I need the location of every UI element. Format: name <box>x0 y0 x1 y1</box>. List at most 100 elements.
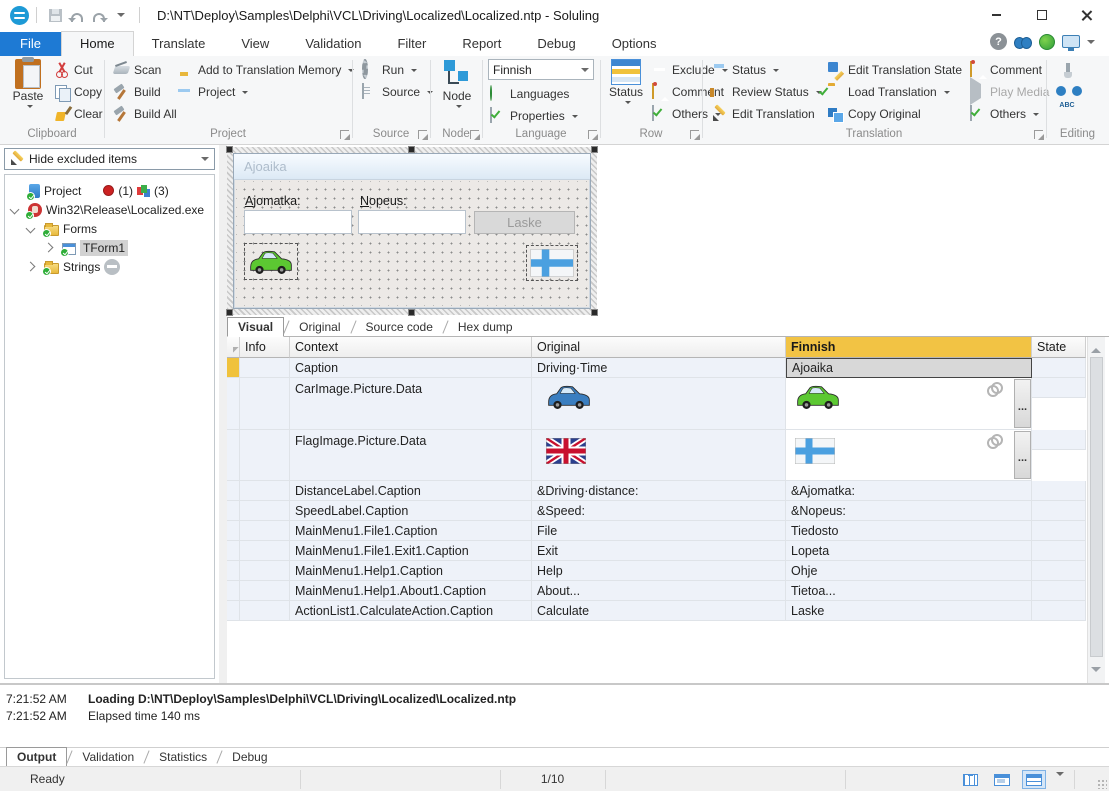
preview-speed-input[interactable] <box>358 210 466 234</box>
app-logo-icon[interactable] <box>10 5 29 25</box>
cell-translation[interactable]: Tiedosto <box>786 521 1032 541</box>
preview-car-image[interactable] <box>244 243 298 280</box>
cell-context[interactable]: MainMenu1.Help1.Caption <box>290 561 532 581</box>
tab-source-code[interactable]: Source code <box>356 318 443 336</box>
build-all-button[interactable]: Build All <box>112 103 179 124</box>
resize-handle[interactable] <box>591 146 598 153</box>
clear-button[interactable]: Clear <box>52 103 105 124</box>
cell-info[interactable] <box>240 358 290 378</box>
cell-translation[interactable]: &Nopeus: <box>786 501 1032 521</box>
row-dialog-launcher[interactable] <box>690 130 700 140</box>
play-media-button[interactable]: Play Media <box>968 76 1051 105</box>
ellipsis-button[interactable]: ... <box>1014 379 1031 428</box>
help-icon[interactable]: ? <box>990 33 1007 50</box>
col-original[interactable]: Original <box>532 337 786 358</box>
cell-state[interactable] <box>1032 358 1086 378</box>
resize-handle[interactable] <box>408 146 415 153</box>
cell-context[interactable]: DistanceLabel.Caption <box>290 481 532 501</box>
cell-translation-selected[interactable]: Ajoaika <box>786 358 1032 378</box>
filter-combobox[interactable]: Hide excluded items <box>4 148 215 170</box>
tab-validation[interactable]: Validation <box>287 32 379 56</box>
chevron-right-icon[interactable] <box>25 261 36 272</box>
quick-access-dropdown[interactable] <box>110 4 132 26</box>
tab-original[interactable]: Original <box>289 318 350 336</box>
row-indicator[interactable] <box>227 521 240 541</box>
cell-original[interactable]: File <box>532 521 786 541</box>
cell-context[interactable]: CarImage.Picture.Data <box>290 378 532 430</box>
row-status-button[interactable]: Status <box>606 59 646 105</box>
cell-translation-image[interactable]: ... <box>786 378 1032 430</box>
translation-others-button[interactable]: Others <box>968 103 1041 124</box>
cell-context[interactable]: ActionList1.CalculateAction.Caption <box>290 601 532 621</box>
cell-original[interactable]: About... <box>532 581 786 601</box>
grid-scrollbar[interactable] <box>1087 337 1105 683</box>
cell-info[interactable] <box>240 581 290 601</box>
cell-info[interactable] <box>240 481 290 501</box>
cell-original[interactable]: Calculate <box>532 601 786 621</box>
cell-context[interactable]: SpeedLabel.Caption <box>290 501 532 521</box>
cell-state[interactable] <box>1032 481 1086 501</box>
tree-item-tform1[interactable]: TForm1 <box>5 238 214 257</box>
cell-original[interactable]: &Speed: <box>532 501 786 521</box>
cell-context[interactable]: MainMenu1.Help1.About1.Caption <box>290 581 532 601</box>
row-indicator[interactable] <box>227 481 240 501</box>
cell-state[interactable] <box>1032 541 1086 561</box>
cell-original-image[interactable] <box>532 430 786 481</box>
scroll-down-icon[interactable] <box>1091 667 1101 677</box>
chevron-right-icon[interactable] <box>43 242 54 253</box>
col-finnish[interactable]: Finnish <box>786 337 1032 358</box>
view-grid-button[interactable] <box>958 770 982 789</box>
scroll-up-icon[interactable] <box>1091 343 1101 353</box>
cut-button[interactable]: Cut <box>52 59 95 80</box>
cell-translation[interactable]: &Ajomatka: <box>786 481 1032 501</box>
cell-info[interactable] <box>240 378 290 430</box>
editing-brush-button[interactable] <box>1060 60 1080 81</box>
language-dialog-launcher[interactable] <box>588 130 598 140</box>
tab-validation-panel[interactable]: Validation <box>72 748 144 766</box>
redo-button[interactable] <box>88 4 110 26</box>
cell-translation[interactable]: Lopeta <box>786 541 1032 561</box>
find-translation-button[interactable]: ABC <box>1056 86 1082 109</box>
cell-state[interactable] <box>1032 521 1086 541</box>
tab-options[interactable]: Options <box>594 32 675 56</box>
resize-handle[interactable] <box>591 309 598 316</box>
languages-button[interactable]: Languages <box>488 83 571 104</box>
resize-handle[interactable] <box>408 309 415 316</box>
review-status-button[interactable]: Review Status <box>710 81 824 102</box>
add-to-translation-memory-button[interactable]: Add to Translation Memory <box>176 59 356 80</box>
properties-button[interactable]: Properties <box>488 105 580 126</box>
cell-state[interactable] <box>1032 601 1086 621</box>
copy-button[interactable]: Copy <box>52 81 104 102</box>
cell-translation[interactable]: Tietoa... <box>786 581 1032 601</box>
tab-debug-panel[interactable]: Debug <box>222 748 277 766</box>
ellipsis-button[interactable]: ... <box>1014 431 1031 479</box>
col-context[interactable]: Context <box>290 337 532 358</box>
tab-visual[interactable]: Visual <box>227 317 285 337</box>
form-preview-selection[interactable]: Ajoaika Ajomatka: Nopeus: Laske <box>226 146 598 316</box>
preview-flag-image[interactable] <box>526 245 578 281</box>
row-indicator[interactable] <box>227 378 240 430</box>
tab-filter[interactable]: Filter <box>379 32 444 56</box>
col-info[interactable]: Info <box>240 337 290 358</box>
scrollbar-thumb[interactable] <box>1090 357 1103 657</box>
target-language-combobox[interactable]: Finnish <box>488 59 594 80</box>
sidebar-splitter[interactable] <box>219 145 227 683</box>
project-menu-button[interactable]: Project <box>176 81 250 102</box>
chevron-down-icon[interactable] <box>25 223 36 234</box>
language-globe-icon[interactable] <box>1039 33 1055 50</box>
col-state[interactable]: State <box>1032 337 1086 358</box>
cell-info[interactable] <box>240 501 290 521</box>
view-form-button[interactable] <box>990 770 1014 789</box>
chevron-down-icon[interactable] <box>9 204 20 215</box>
tree-item-strings[interactable]: Strings <box>5 257 214 276</box>
edit-translation-button[interactable]: Edit Translation <box>710 103 817 124</box>
tab-hex-dump[interactable]: Hex dump <box>448 318 523 336</box>
view-split-button[interactable] <box>1022 770 1046 789</box>
preview-distance-input[interactable] <box>244 210 352 234</box>
tab-debug[interactable]: Debug <box>519 32 593 56</box>
cell-state[interactable] <box>1032 378 1086 398</box>
paste-button[interactable]: Paste <box>8 57 48 109</box>
cell-info[interactable] <box>240 601 290 621</box>
resize-grip[interactable] <box>1097 779 1107 789</box>
node-dialog-launcher[interactable] <box>470 130 480 140</box>
